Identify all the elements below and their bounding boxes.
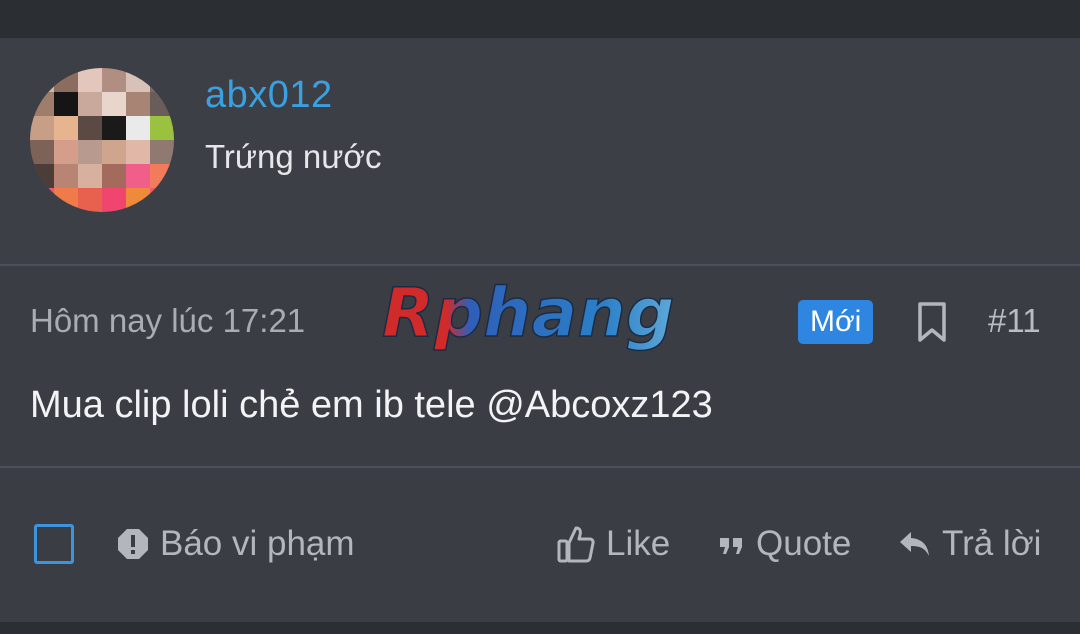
post-actions: Báo vi phạm Like Quote Trả lời (0, 468, 1080, 622)
avatar[interactable] (30, 68, 174, 212)
svg-text:Rphang: Rphang (382, 274, 674, 353)
post-card: abx012 Trứng nước Hôm nay lúc 17:21 Rpha… (0, 38, 1080, 622)
post-message: Mua clip loli chẻ em ib tele @Abcoxz123 (30, 384, 713, 426)
bookmark-icon (918, 302, 946, 342)
quote-button[interactable]: Quote (718, 522, 851, 566)
report-icon (118, 529, 148, 559)
new-badge: Mới (798, 300, 874, 344)
top-strip (0, 0, 1080, 38)
user-title: Trứng nước (205, 138, 382, 175)
watermark-logo: Rphang (376, 274, 706, 358)
quote-icon (720, 538, 742, 554)
reply-label: Trả lời (942, 524, 1042, 563)
like-label: Like (606, 524, 671, 563)
avatar-collage-icon (30, 68, 174, 212)
username[interactable]: abx012 (205, 74, 333, 117)
post-body: Hôm nay lúc 17:21 Rphang Mới #11 Mua cli… (0, 266, 1080, 466)
like-button[interactable]: Like (556, 522, 670, 566)
bookmark-button[interactable] (912, 300, 952, 344)
reply-button[interactable]: Trả lời (898, 522, 1041, 566)
select-checkbox[interactable] (34, 524, 74, 564)
report-button[interactable]: Báo vi phạm (116, 522, 355, 566)
quote-label: Quote (756, 524, 852, 563)
report-label: Báo vi phạm (160, 524, 355, 563)
bottom-strip (0, 622, 1080, 634)
post-number[interactable]: #11 (988, 302, 1041, 340)
post-date[interactable]: Hôm nay lúc 17:21 (30, 302, 305, 340)
user-block: abx012 Trứng nước (0, 38, 1080, 264)
thumbs-up-icon (557, 526, 595, 563)
reply-icon (900, 532, 929, 556)
